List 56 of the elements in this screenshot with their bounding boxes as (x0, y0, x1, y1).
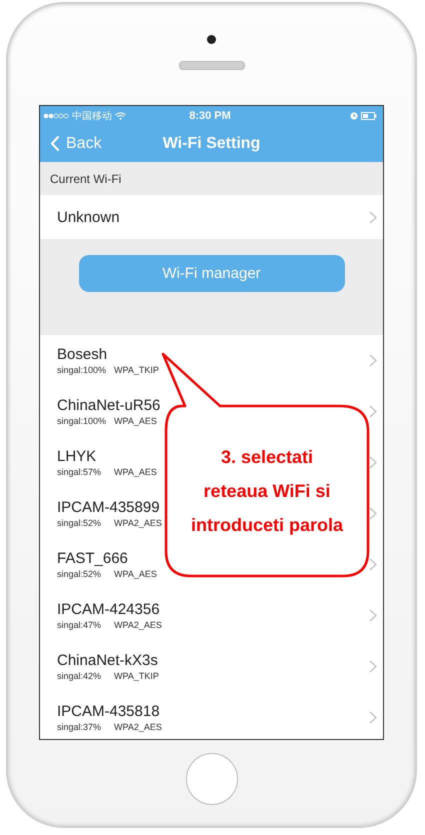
network-name: IPCAM-435818 (57, 703, 161, 720)
home-button[interactable] (186, 753, 238, 805)
network-name: IPCAM-435899 (57, 499, 161, 516)
network-name: Bosesh (57, 346, 108, 363)
network-name: Unknown (57, 208, 120, 226)
chevron-icon (369, 711, 377, 724)
chevron-icon (369, 507, 377, 520)
security-type: WPA2_AES (114, 722, 162, 732)
network-item[interactable]: FAST_666 singal:52% WPA_AES (57, 550, 157, 579)
chevron-icon (369, 558, 377, 571)
signal-strength: singal:52% (57, 569, 102, 579)
alarm-icon (350, 112, 358, 120)
callout-text: 3. selectati reteaua WiFi si introduceti parola (190, 446, 344, 537)
security-type: WPA2_AES (114, 518, 162, 528)
network-name: FAST_666 (57, 550, 129, 567)
speaker-icon (178, 61, 244, 70)
network-name: IPCAM-424356 (57, 601, 161, 618)
network-item[interactable]: ChinaNet-uR56 singal:100% WPA_AES (57, 397, 160, 426)
chevron-icon (369, 456, 377, 469)
signal-strength: singal:57% (57, 467, 102, 477)
security-type: WPA_TKIP (114, 671, 159, 681)
back-chevron-icon (50, 135, 60, 152)
chevron-icon (369, 354, 377, 367)
chevron-icon (369, 210, 377, 224)
network-name: LHYK (57, 448, 98, 465)
signal-strength: singal:100% (57, 416, 108, 426)
network-item[interactable]: IPCAM-435899 singal:52% WPA2_AES (57, 499, 162, 528)
status-time: 8:30 PM (189, 110, 231, 122)
security-type: WPA_AES (114, 569, 157, 579)
battery-icon (360, 112, 377, 120)
chevron-icon (369, 609, 377, 622)
signal-strength: singal:52% (57, 518, 102, 528)
current-network-row[interactable]: Unknown (40, 195, 383, 239)
screen-title: Wi-Fi Setting (162, 134, 260, 152)
network-item[interactable]: IPCAM-435818 singal:37% WPA2_AES (57, 703, 162, 732)
security-type: WPA2_AES (114, 620, 162, 630)
security-type: WPA_AES (114, 467, 157, 477)
chevron-icon (369, 660, 377, 673)
security-type: WPA_TKIP (114, 365, 159, 375)
signal-strength: singal:47% (57, 620, 102, 630)
network-item[interactable]: IPCAM-424356 singal:47% WPA2_AES (57, 601, 162, 630)
wifi-icon (115, 112, 126, 120)
network-item[interactable]: ChinaNet-kX3s singal:42% WPA_TKIP (57, 652, 159, 681)
signal-icon (43, 112, 69, 118)
network-name: ChinaNet-kX3s (57, 652, 159, 669)
chevron-icon (369, 405, 377, 418)
signal-strength: singal:37% (57, 722, 102, 732)
section-header: Current Wi-Fi (49, 170, 122, 188)
signal-strength: singal:42% (57, 671, 102, 681)
network-item[interactable]: LHYK singal:57% WPA_AES (57, 448, 157, 477)
security-type: WPA_AES (114, 416, 157, 426)
camera-icon (207, 35, 216, 44)
carrier-name: 中国移动 (72, 110, 112, 122)
network-name: ChinaNet-uR56 (57, 397, 160, 414)
signal-strength: singal:100% (57, 365, 108, 375)
network-item[interactable]: Bosesh singal:100% WPA_TKIP (57, 346, 159, 375)
